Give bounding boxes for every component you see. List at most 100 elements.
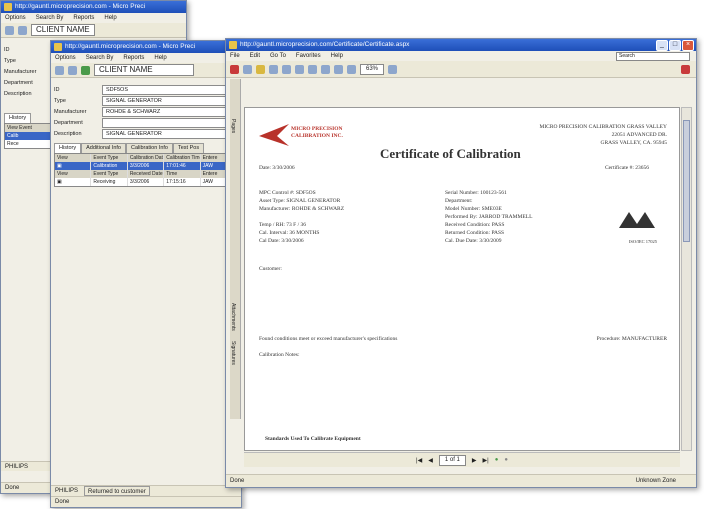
tab-test-pos[interactable]: Test Pos	[172, 143, 205, 153]
zoom-out-icon[interactable]	[321, 64, 330, 74]
menu-go-to[interactable]: Go To	[270, 51, 286, 61]
side-tab-pages[interactable]: Pages	[230, 119, 236, 133]
browser-icon	[54, 43, 62, 51]
table-row[interactable]: Rece	[5, 140, 53, 148]
back-icon[interactable]	[55, 65, 64, 75]
search-box[interactable]: Search	[616, 52, 690, 61]
menu-help[interactable]: Help	[154, 53, 166, 63]
email-icon[interactable]	[256, 64, 265, 74]
menu-search-by[interactable]: Search By	[36, 13, 64, 23]
type-field[interactable]: SIGNAL GENERATOR	[102, 96, 241, 106]
field-label: Type	[54, 98, 66, 104]
grid-header: View Event	[5, 124, 53, 132]
snapshot-icon[interactable]	[308, 64, 317, 74]
customer-label: Customer:	[259, 266, 282, 272]
window-titlebar[interactable]: http://gauntl.microprecision.com/Certifi…	[226, 39, 696, 51]
minimize-button[interactable]: _	[656, 40, 668, 51]
select-tool-icon[interactable]	[295, 64, 304, 74]
table-row[interactable]: ▣ Receiving 3/3/2006 17:15:16 JAW	[55, 178, 238, 186]
tab-calibration-info[interactable]: Calibration Info	[125, 143, 173, 153]
menu-reports[interactable]: Reports	[123, 53, 144, 63]
menu-edit[interactable]: Edit	[250, 51, 260, 61]
last-page-icon[interactable]: ▶|	[483, 457, 489, 464]
menu-options[interactable]: Options	[55, 53, 76, 63]
maximize-button[interactable]: □	[669, 40, 681, 51]
search-icon[interactable]	[269, 64, 278, 74]
first-page-icon[interactable]: |◀	[416, 457, 422, 464]
menu-options[interactable]: Options	[5, 13, 26, 23]
side-tab-attachments[interactable]: Attachments	[230, 303, 236, 331]
detail-field: Cal. Due Date: 3/30/2009	[445, 238, 502, 244]
menu-bar: File Edit Go To Favorites Help Search	[226, 51, 696, 61]
close-button[interactable]: ×	[682, 40, 694, 51]
id-field[interactable]: SDF5OS	[102, 85, 241, 95]
view-icon[interactable]: ▣	[55, 178, 92, 186]
menu-help[interactable]: Help	[104, 13, 116, 23]
go-forward-icon[interactable]: ●	[504, 457, 508, 463]
scrollbar-thumb[interactable]	[683, 120, 690, 242]
column-header[interactable]: Event Type	[91, 154, 128, 162]
client-name-input[interactable]: CLIENT NAME	[31, 24, 95, 36]
forward-icon[interactable]	[68, 65, 77, 75]
menu-reports[interactable]: Reports	[73, 13, 94, 23]
history-grid: View Event Calib Rece	[4, 123, 54, 149]
sign-icon[interactable]	[681, 64, 690, 74]
column-header[interactable]: Time	[164, 170, 201, 178]
menu-search-by[interactable]: Search By	[86, 53, 114, 63]
next-page-icon[interactable]: ▶	[472, 457, 477, 464]
column-header[interactable]: View	[55, 154, 92, 162]
column-header[interactable]: Received Date	[128, 170, 165, 178]
menu-favorites[interactable]: Favorites	[296, 51, 321, 61]
back-icon[interactable]	[5, 25, 14, 35]
menu-bar: Options Search By Reports Help	[51, 53, 241, 63]
manufacturer-field[interactable]: ROHDE & SCHWARZ	[102, 107, 241, 117]
previous-page-icon[interactable]: ◀	[428, 457, 433, 464]
column-header[interactable]: Calibration Date	[128, 154, 165, 162]
column-header[interactable]: Calibration Time	[164, 154, 201, 162]
browser-window-middle: http://gauntl.microprecision.com - Micro…	[50, 40, 242, 508]
view-icon[interactable]: ▣	[55, 162, 92, 170]
certificate-date: Date: 3/30/2006	[259, 165, 295, 171]
department-field[interactable]	[102, 118, 241, 128]
client-name-input[interactable]: CLIENT NAME	[94, 64, 194, 76]
status-item: Returned to customer	[84, 486, 150, 496]
page-indicator[interactable]: 1 of 1	[438, 454, 466, 466]
hand-tool-icon[interactable]	[282, 64, 291, 74]
status-item: PHILIPS	[5, 464, 29, 470]
navigation-panel: Pages Attachments Signatures	[230, 79, 241, 419]
side-tab-signatures[interactable]: Signatures	[230, 341, 236, 365]
menu-help[interactable]: Help	[331, 51, 343, 61]
fit-page-icon[interactable]	[347, 64, 356, 74]
window-titlebar[interactable]: http://gauntl.microprecision.com - Micro…	[1, 1, 186, 13]
vertical-scrollbar[interactable]	[681, 107, 692, 451]
description-field[interactable]: SIGNAL GENERATOR	[102, 129, 241, 139]
page-navigation: |◀ ◀ 1 of 1 ▶ ▶| ● ●	[244, 452, 680, 467]
tab-history[interactable]: History	[54, 143, 82, 153]
tab-additional-info[interactable]: Additional Info	[81, 143, 126, 153]
zone-text: Unknown Zone	[635, 478, 676, 484]
print-icon[interactable]	[243, 64, 252, 74]
calibration-notes: Calibration Notes:	[259, 352, 300, 358]
refresh-icon[interactable]	[81, 65, 90, 75]
status-bar: Done	[51, 496, 241, 507]
go-back-icon[interactable]: ●	[495, 457, 499, 463]
menu-file[interactable]: File	[230, 51, 240, 61]
lab-city: GRASS VALLEY, CA. 95945	[600, 140, 667, 146]
status-item: PHILIPS	[55, 488, 79, 494]
save-icon[interactable]	[230, 64, 239, 74]
tab-history[interactable]: History	[4, 113, 32, 123]
forward-icon[interactable]	[18, 25, 27, 35]
status-text: Done	[55, 499, 70, 505]
window-titlebar[interactable]: http://gauntl.microprecision.com - Micro…	[51, 41, 241, 53]
help-icon[interactable]	[388, 64, 398, 74]
found-conditions: Found conditions meet or exceed manufact…	[259, 336, 398, 342]
zoom-in-icon[interactable]	[334, 64, 343, 74]
table-row[interactable]: Calib	[5, 132, 53, 140]
zoom-level[interactable]: 63%	[360, 63, 385, 75]
table-row[interactable]: ▣ Calibration 3/3/2006 17:01:46 JAW	[55, 162, 238, 170]
column-header[interactable]: View	[55, 170, 92, 178]
procedure: Procedure: MANUFACTURER	[596, 336, 667, 342]
window-title: http://gauntl.microprecision.com - Micro…	[65, 43, 196, 50]
column-header[interactable]: Event Type	[91, 170, 128, 178]
status-text: Done	[230, 478, 245, 484]
